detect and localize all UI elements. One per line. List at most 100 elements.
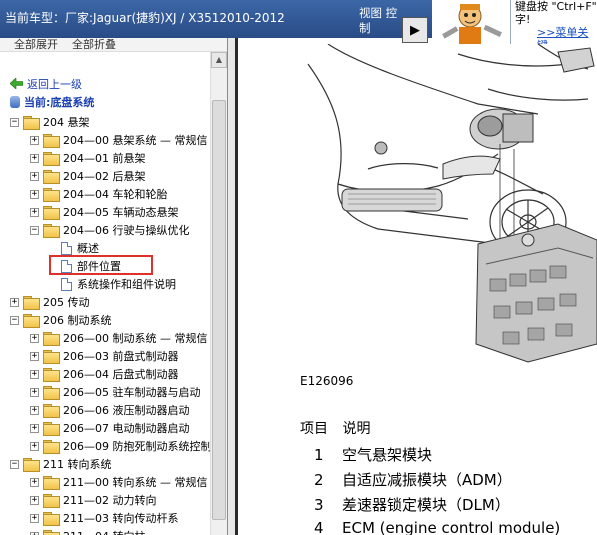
folder-icon: [23, 116, 40, 130]
tree-folder-item[interactable]: +206—07 电动制动器启动: [30, 419, 190, 437]
collapse-icon[interactable]: −: [10, 459, 19, 469]
figure-id: E126096: [300, 374, 354, 388]
folder-icon: [43, 512, 60, 526]
tree-item-label: 概述: [77, 242, 99, 255]
tree-item-label: 206—06 液压制动器启动: [63, 404, 190, 417]
tree-folder-item[interactable]: +206—03 前盘式制动器: [30, 347, 179, 365]
folder-icon: [43, 476, 60, 490]
tree-toolbar: 全部展开 全部折叠: [0, 38, 227, 52]
expand-icon[interactable]: +: [30, 441, 39, 451]
component-row: 3 差速器锁定模块（DLM）: [314, 494, 510, 515]
current-system: 当前:底盘系统: [10, 94, 94, 110]
tree-folder-item[interactable]: +204—04 车轮和轮胎: [30, 185, 168, 203]
component-description: 空气悬架模块: [342, 446, 433, 464]
tree-item-label: 211—02 动力转向: [63, 494, 157, 507]
tree-item-label: 204 悬架: [43, 116, 90, 129]
collapse-icon[interactable]: −: [10, 315, 19, 325]
folder-icon: [43, 188, 60, 202]
column-description: 说明: [342, 421, 371, 437]
expand-icon[interactable]: +: [30, 351, 39, 361]
tree-folder-item[interactable]: +211—04 转向柱: [30, 527, 146, 535]
tree-folder-item[interactable]: +204—02 后悬架: [30, 167, 146, 185]
tree-folder-item[interactable]: +206—04 后盘式制动器: [30, 365, 179, 383]
tree-scrollbar[interactable]: ▲: [210, 52, 227, 535]
tree-item-label: 204—06 行驶与操纵优化: [63, 224, 190, 237]
tree-folder-item[interactable]: +206—06 液压制动器启动: [30, 401, 190, 419]
tree-folder-item[interactable]: +204—01 前悬架: [30, 149, 146, 167]
component-number: 3: [314, 496, 324, 514]
component-location-illustration: [307, 44, 597, 363]
tree-folder-item[interactable]: +211—03 转向传动杆系: [30, 509, 179, 527]
tree-pane: 全部展开 全部折叠 返回上一级 当前:底盘系统 − 204 悬架 +204—00 悬…: [0, 38, 228, 535]
folder-icon: [23, 314, 40, 328]
pane-splitter[interactable]: [228, 38, 235, 535]
scroll-up-arrow-icon[interactable]: ▲: [211, 52, 227, 68]
tree-folder-item[interactable]: +211—00 转向系统 — 常规信: [30, 473, 207, 491]
view-control-button[interactable]: ▶: [402, 17, 428, 43]
tree-item-label: 211—04 转向柱: [63, 528, 146, 535]
tree-folder-item[interactable]: +206—05 驻车制动器与启动: [30, 383, 201, 401]
tree-item-label: 205 传动: [43, 296, 90, 309]
back-link[interactable]: 返回上一级: [10, 76, 82, 92]
component-description: ECM (engine control module): [342, 519, 561, 535]
tree-folder-item[interactable]: − 206 制动系统: [10, 311, 112, 329]
folder-icon: [43, 368, 60, 382]
expand-icon[interactable]: +: [30, 531, 39, 535]
document-icon: [61, 241, 72, 255]
expand-all-button[interactable]: 全部展开: [14, 38, 58, 52]
collapse-icon[interactable]: −: [30, 225, 39, 235]
expand-icon[interactable]: +: [30, 207, 39, 217]
folder-icon: [43, 530, 60, 535]
play-arrow-icon: ▶: [410, 22, 420, 38]
tree-item-label: 206—04 后盘式制动器: [63, 368, 179, 381]
expand-icon[interactable]: +: [30, 477, 39, 487]
expand-icon[interactable]: +: [30, 153, 39, 163]
tree-folder-item[interactable]: +204—05 车辆动态悬架: [30, 203, 179, 221]
expand-icon[interactable]: +: [30, 495, 39, 505]
expand-icon[interactable]: +: [30, 513, 39, 523]
expand-icon[interactable]: +: [30, 387, 39, 397]
scrollbar-thumb[interactable]: [212, 100, 226, 520]
tree-folder-item[interactable]: +206—00 制动系统 — 常规信: [30, 329, 207, 347]
expand-icon[interactable]: +: [30, 423, 39, 433]
back-arrow-icon: [10, 78, 23, 89]
tree-item-label: 206—09 防抱死制动系统控制: [63, 440, 212, 453]
folder-icon: [23, 296, 40, 310]
expand-icon[interactable]: +: [30, 171, 39, 181]
tree-item-label: 206—00 制动系统 — 常规信: [63, 332, 208, 345]
expand-icon[interactable]: +: [30, 405, 39, 415]
component-number: 4: [314, 519, 324, 535]
tree-item-label: 206 制动系统: [43, 314, 112, 327]
tree-folder-item[interactable]: +204—00 悬架系统 — 常规信: [30, 131, 207, 149]
expand-icon[interactable]: +: [30, 333, 39, 343]
table-header: 项目 说明: [300, 418, 370, 438]
menu-shortcut-link[interactable]: >>菜单关键: [515, 26, 597, 44]
expand-icon[interactable]: +: [10, 297, 19, 307]
tree-folder-item[interactable]: − 211 转向系统: [10, 455, 112, 473]
expand-icon[interactable]: +: [30, 369, 39, 379]
expand-icon[interactable]: +: [30, 135, 39, 145]
tree-item-label: 204—00 悬架系统 — 常规信: [63, 134, 208, 147]
folder-icon: [43, 332, 60, 346]
tree-folder-item[interactable]: +206—09 防抱死制动系统控制: [30, 437, 212, 455]
folder-icon: [43, 422, 60, 436]
folder-icon: [43, 170, 60, 184]
folder-icon: [43, 152, 60, 166]
tree-folder-item[interactable]: − 204—06 行驶与操纵优化: [30, 221, 190, 239]
folder-icon: [43, 206, 60, 220]
tree-item-label: 206—03 前盘式制动器: [63, 350, 179, 363]
tree-item-label: 系统操作和组件说明: [77, 278, 176, 291]
folder-icon: [43, 404, 60, 418]
tree-folder-item[interactable]: +211—02 动力转向: [30, 491, 157, 509]
tree-folder-item[interactable]: +205 传动: [10, 293, 90, 311]
tree-doc-item[interactable]: 系统操作和组件说明: [61, 275, 176, 293]
tree-item-label: 204—04 车轮和轮胎: [63, 188, 168, 201]
tree-folder-item[interactable]: − 204 悬架: [10, 113, 90, 131]
component-number: 2: [314, 471, 324, 489]
collapse-all-button[interactable]: 全部折叠: [72, 38, 116, 52]
tree-item-label: 204—02 后悬架: [63, 170, 146, 183]
collapse-icon[interactable]: −: [10, 117, 19, 127]
current-system-label: 当前:底盘系统: [24, 96, 95, 109]
back-link-label: 返回上一级: [27, 78, 82, 91]
expand-icon[interactable]: +: [30, 189, 39, 199]
